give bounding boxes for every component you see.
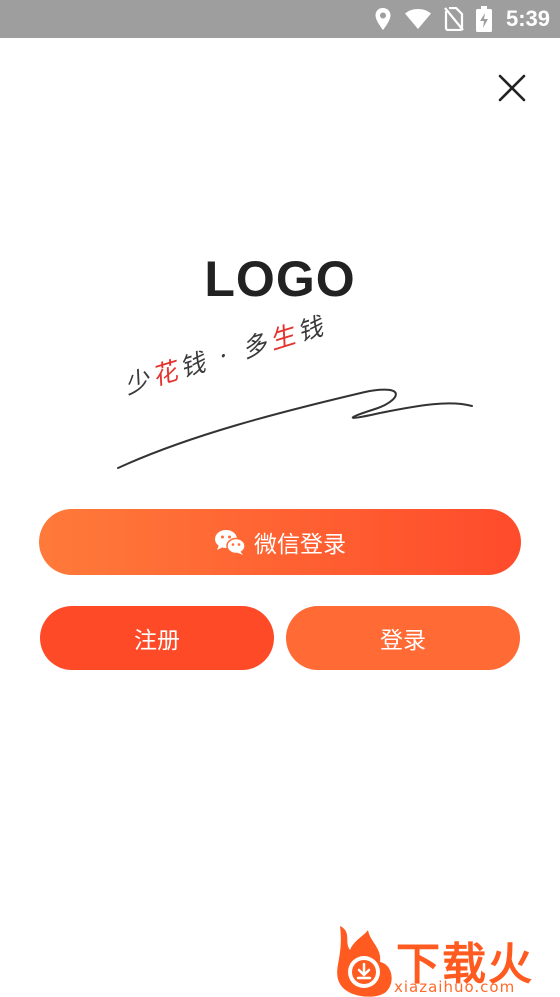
status-icons: 5:39: [374, 0, 550, 38]
watermark: 下载火 xiazaihuo.com: [330, 922, 560, 997]
wechat-login-button[interactable]: 微信登录: [39, 509, 521, 575]
status-time: 5:39: [505, 6, 550, 31]
watermark-url: xiazaihuo.com: [394, 978, 516, 996]
battery-charging-icon: [475, 6, 492, 32]
close-icon: [498, 74, 526, 102]
flame-logo-icon: [337, 926, 392, 997]
slogan-part-3: 钱 · 多: [176, 327, 275, 383]
status-bar: 5:39: [0, 0, 560, 38]
close-button[interactable]: [492, 68, 532, 108]
register-button[interactable]: 注册: [40, 606, 274, 670]
app-logo: LOGO: [204, 251, 356, 307]
login-button[interactable]: 登录: [286, 606, 520, 670]
register-label: 注册: [134, 628, 180, 654]
login-label: 登录: [380, 628, 426, 654]
no-sim-icon: [444, 7, 464, 31]
slogan-artwork: 少花钱 · 多生钱: [110, 311, 480, 475]
wechat-login-label: 微信登录: [254, 532, 346, 558]
location-icon: [374, 7, 392, 31]
wifi-icon: [404, 8, 432, 30]
wechat-icon: [215, 530, 246, 555]
